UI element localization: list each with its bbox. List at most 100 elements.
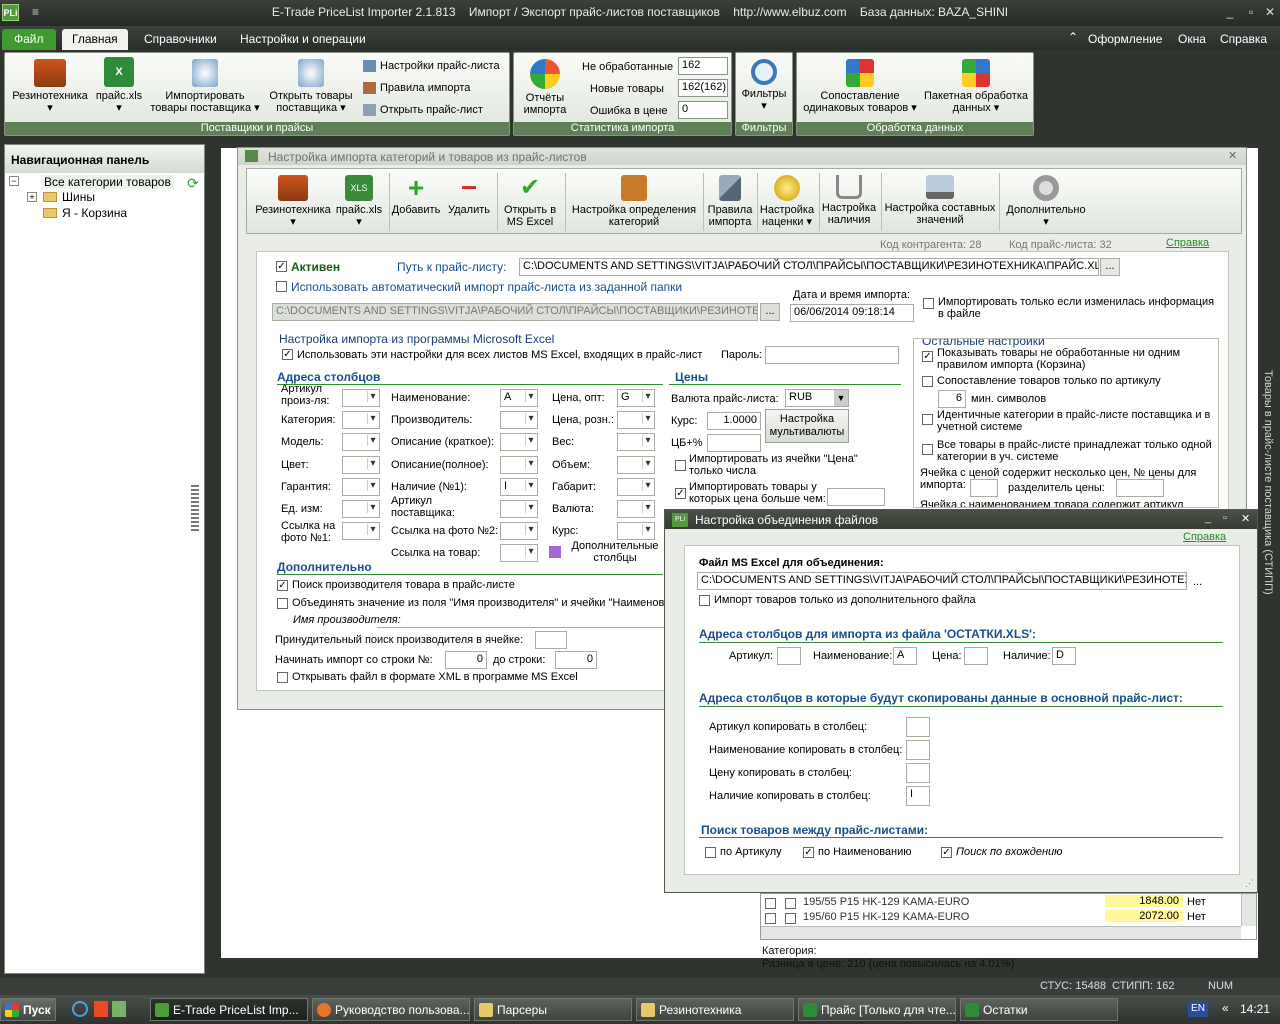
field-short-desc-combo[interactable] [500, 433, 538, 451]
refresh-icon[interactable]: ⟳ [187, 175, 199, 192]
open-pricelist-button[interactable]: Открыть прайс-лист [363, 104, 483, 117]
close-icon[interactable]: ✕ [1262, 4, 1278, 20]
task-etrade[interactable]: E-Trade PriceList Imp... [150, 998, 308, 1021]
tb-category-def-button[interactable]: Настройка определения категорий [567, 175, 701, 228]
tb-markup-button[interactable]: Настройка наценки ▾ [759, 175, 815, 228]
scrollbar-horizontal[interactable] [761, 926, 1241, 939]
identical-categories-checkbox[interactable] [922, 414, 933, 425]
task-rezinotehnika[interactable]: Резинотехника [636, 998, 794, 1021]
import-if-changed-checkbox[interactable] [923, 298, 934, 309]
multicurrency-button[interactable]: Настройка мультивалюты [765, 409, 849, 443]
file-input[interactable]: C:\DOCUMENTS AND SETTINGS\VITJA\РАБОЧИЙ … [697, 572, 1187, 590]
close-icon[interactable]: ✕ [1228, 149, 1237, 162]
file-browse-button[interactable]: ... [1193, 576, 1202, 588]
tree-item-tires[interactable]: Шины [62, 190, 95, 204]
tb-composite-button[interactable]: Настройка составных значений [883, 175, 997, 226]
field-photo1-combo[interactable] [342, 522, 380, 540]
art-input[interactable] [777, 647, 801, 665]
avail-input[interactable]: D [1052, 647, 1076, 665]
price-settings-button[interactable]: Настройки прайс-листа [363, 60, 500, 73]
min-symbols-input[interactable]: 6 [938, 390, 966, 408]
field-rate-combo[interactable] [617, 522, 655, 540]
close-icon[interactable]: ✕ [1241, 512, 1250, 525]
field-name-combo[interactable]: A [500, 389, 538, 407]
auto-path-browse-button[interactable]: ... [760, 303, 780, 321]
field-supplier-article-combo[interactable] [500, 500, 538, 518]
reports-button[interactable]: Отчёты импорта [516, 59, 574, 116]
tb-pricefile-button[interactable]: XLS прайс.xls ▾ [333, 175, 385, 228]
active-checkbox[interactable]: ✓ [276, 261, 287, 272]
task-parsers[interactable]: Парсеры [474, 998, 632, 1021]
field-photo2-combo[interactable] [500, 522, 538, 540]
by-article-checkbox[interactable] [705, 847, 716, 858]
tab-settings[interactable]: Настройки и операции [230, 29, 376, 50]
field-availability-combo[interactable]: I [500, 478, 538, 496]
row-checkbox[interactable] [765, 898, 776, 909]
tree-item-all-categories[interactable]: Все категории товаров [41, 175, 174, 189]
match-by-article-checkbox[interactable] [922, 376, 933, 387]
start-row-input[interactable]: 0 [445, 651, 487, 669]
tb-extra-button[interactable]: Дополнительно ▾ [1001, 175, 1091, 228]
show-unprocessed-checkbox[interactable]: ✓ [922, 351, 933, 362]
ie-icon[interactable] [72, 1001, 88, 1017]
auto-import-checkbox[interactable] [276, 281, 287, 292]
merge-name-checkbox[interactable] [277, 598, 288, 609]
tb-add-button[interactable]: + Добавить [391, 174, 441, 217]
batch-process-button[interactable]: Пакетная обработка данных ▾ [921, 59, 1031, 114]
chevron-up-icon[interactable]: ⌃ [1068, 30, 1078, 44]
import-goods-button[interactable]: Импортировать товары поставщика ▾ [147, 59, 263, 114]
menu-appearance[interactable]: Оформление [1078, 29, 1166, 50]
tree-item-basket[interactable]: Я - Корзина [62, 206, 127, 220]
tb-availability-button[interactable]: Настройка наличия [821, 175, 877, 226]
rate-input[interactable]: 1.0000 [707, 412, 761, 430]
resize-grip-icon[interactable]: ⋰ [1245, 878, 1254, 889]
by-name-checkbox[interactable]: ✓ [803, 847, 814, 858]
copy-art-input[interactable] [906, 717, 930, 737]
maximize-icon[interactable]: ▫ [1243, 4, 1259, 20]
field-article-combo[interactable] [342, 389, 380, 407]
maximize-icon[interactable]: ▫ [1223, 512, 1227, 524]
help-link[interactable]: Справка [1183, 531, 1226, 543]
password-input[interactable] [765, 346, 899, 364]
utility-icon[interactable] [94, 1001, 108, 1017]
by-entry-checkbox[interactable]: ✓ [941, 847, 952, 858]
tb-supplier-button[interactable]: Резинотехника ▾ [253, 175, 333, 228]
splitter-handle[interactable] [191, 485, 199, 531]
field-full-desc-combo[interactable] [500, 456, 538, 474]
menu-help[interactable]: Справка [1216, 29, 1271, 50]
only-extra-checkbox[interactable] [699, 595, 710, 606]
price-separator-input[interactable] [1116, 479, 1164, 497]
row-checkbox[interactable] [765, 913, 776, 924]
price-number-input[interactable] [970, 479, 998, 497]
tray-expand-icon[interactable]: « [1222, 1001, 1229, 1015]
copy-price-input[interactable] [906, 763, 930, 783]
datetime-input[interactable]: 06/06/2014 09:18:14 [790, 304, 914, 322]
open-goods-button[interactable]: Открыть товары поставщика ▾ [263, 59, 359, 114]
task-price[interactable]: Прайс [Только для чте... [798, 998, 956, 1021]
copy-avail-input[interactable]: I [906, 786, 930, 806]
filters-button[interactable]: Фильтры ▾ [736, 59, 792, 112]
tb-open-excel-button[interactable]: ✔ Открыть в MS Excel [499, 175, 561, 229]
minimize-icon[interactable]: _ [1222, 4, 1238, 20]
field-warranty-combo[interactable] [342, 478, 380, 496]
field-model-combo[interactable] [342, 433, 380, 451]
auto-path-input[interactable]: C:\DOCUMENTS AND SETTINGS\VITJA\РАБОЧИЙ … [272, 303, 758, 321]
price-input[interactable] [964, 647, 988, 665]
field-color-combo[interactable] [342, 456, 380, 474]
match-goods-button[interactable]: Сопоставление одинаковых товаров ▾ [799, 59, 921, 114]
open-xml-checkbox[interactable] [277, 672, 288, 683]
row-checkbox[interactable] [785, 913, 796, 924]
tab-references[interactable]: Справочники [134, 29, 227, 50]
help-link[interactable]: Справка [1166, 237, 1209, 249]
side-panel-label[interactable]: Товары в прайс-листе поставщика (СТИПП) [1262, 370, 1274, 595]
field-manufacturer-combo[interactable] [500, 411, 538, 429]
import-num-checkbox[interactable] [675, 460, 686, 471]
field-volume-combo[interactable] [617, 456, 655, 474]
task-ostatki[interactable]: Остатки [960, 998, 1118, 1021]
import-gt-input[interactable] [827, 488, 885, 506]
path-browse-button[interactable]: ... [1100, 258, 1120, 276]
tab-main[interactable]: Главная [62, 29, 128, 50]
field-size-combo[interactable] [617, 478, 655, 496]
minimize-icon[interactable]: _ [1205, 512, 1211, 524]
path-input[interactable]: C:\DOCUMENTS AND SETTINGS\VITJA\РАБОЧИЙ … [519, 258, 1099, 276]
